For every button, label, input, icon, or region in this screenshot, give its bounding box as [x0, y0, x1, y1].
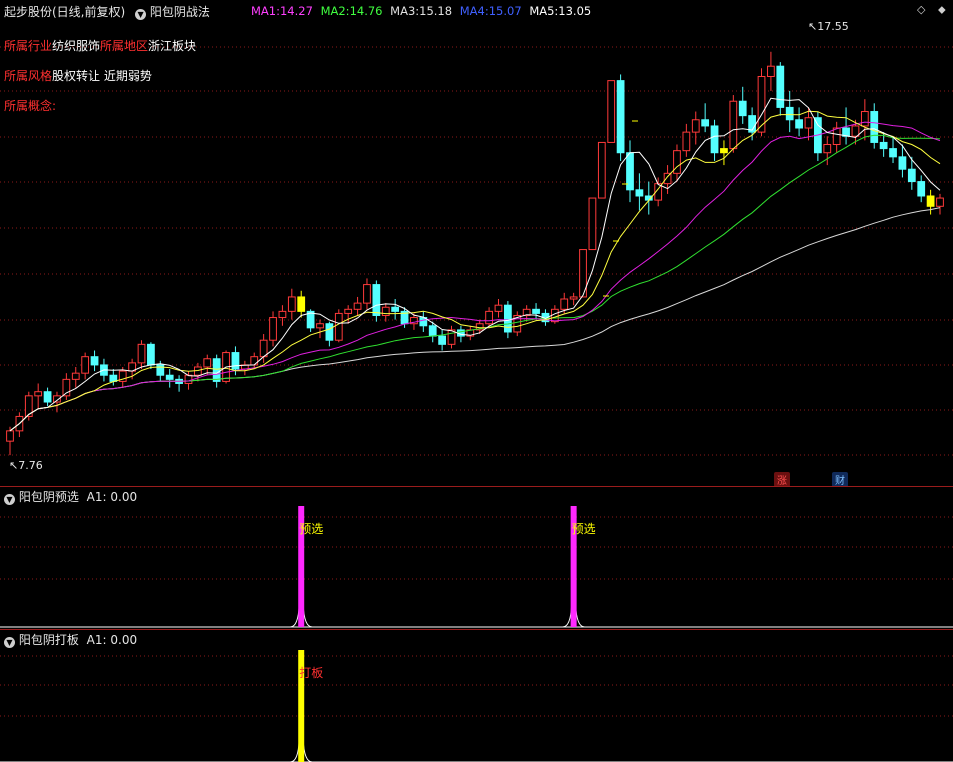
candle-body	[212, 358, 221, 382]
candle-body	[898, 156, 907, 170]
candle-body	[936, 197, 944, 207]
candle-body	[485, 310, 493, 325]
candle-body	[682, 131, 691, 152]
candle-body	[588, 197, 597, 251]
candle-body	[287, 296, 296, 312]
candle-body	[889, 148, 897, 158]
high-price-label: ↖17.55	[808, 20, 849, 33]
candle-body	[720, 148, 728, 154]
candle-body	[795, 119, 803, 129]
candle-body	[560, 298, 569, 310]
candle-body	[701, 119, 710, 127]
candle-body	[147, 343, 155, 366]
candle-body	[137, 343, 146, 364]
candle-body	[344, 308, 353, 314]
candle-body	[372, 284, 381, 316]
candle-body	[203, 358, 212, 368]
candle-body	[250, 356, 259, 366]
candle-body	[851, 125, 860, 137]
candle-body	[325, 323, 334, 341]
ma-30-line	[9, 134, 941, 432]
ma-10-line	[9, 110, 941, 432]
candle-body	[785, 106, 794, 121]
candle-body	[269, 317, 277, 341]
candle-body	[860, 111, 869, 127]
low-price-label: ↖7.76	[9, 459, 43, 472]
candle-body	[767, 65, 775, 78]
preselect-indicator-panel[interactable]: 预选 预选	[0, 487, 953, 629]
candle-body	[428, 325, 437, 337]
candle-body	[71, 372, 80, 380]
ma-20-line	[9, 121, 941, 432]
high-arrow-icon: ↖	[808, 20, 818, 33]
candle-body	[635, 189, 644, 197]
preselect-signal-label: 预选	[572, 522, 596, 536]
candle-body	[569, 296, 578, 300]
candle-body	[165, 374, 174, 380]
candle-body	[494, 304, 503, 312]
candle-body	[184, 374, 193, 384]
candle-body	[438, 335, 447, 345]
candle-body	[503, 304, 512, 333]
candle-body	[729, 100, 738, 150]
candle-body	[776, 65, 785, 108]
candle-body	[597, 141, 606, 199]
candle-body	[532, 308, 540, 314]
candlestick-chart[interactable]	[0, 0, 953, 487]
candle-body	[710, 125, 719, 154]
candle-body	[616, 80, 625, 154]
candle-body	[43, 391, 52, 403]
candle-body	[6, 430, 14, 442]
rise-marker[interactable]: 涨	[774, 472, 790, 487]
candle-body	[804, 117, 813, 129]
ma-5-line	[9, 97, 941, 432]
candle-body	[156, 364, 165, 376]
candle-body	[334, 312, 343, 341]
candle-body	[316, 323, 324, 329]
candle-body	[34, 391, 43, 397]
candle-body	[297, 296, 306, 312]
daban-signal-label: 打板	[299, 666, 323, 680]
preselect-signal-label: 预选	[299, 522, 323, 536]
candle-body	[917, 181, 926, 197]
candle-body	[353, 302, 362, 310]
candle-body	[381, 306, 390, 316]
low-arrow-icon: ↖	[9, 459, 19, 472]
candle-body	[391, 306, 400, 312]
finance-marker[interactable]: 财	[832, 472, 848, 487]
candle-body	[823, 143, 832, 154]
candle-body	[879, 141, 888, 150]
daban-indicator-panel[interactable]: 打板	[0, 630, 953, 762]
candle-body	[832, 127, 841, 145]
candle-body	[738, 100, 747, 117]
candle-body	[870, 111, 879, 143]
candle-body	[663, 172, 672, 185]
candle-body	[363, 284, 371, 304]
candle-body	[259, 339, 268, 358]
candle-body	[278, 310, 287, 319]
candle-body	[926, 195, 935, 207]
candle-body	[90, 356, 99, 366]
candle-body	[691, 119, 700, 133]
candle-body	[907, 168, 916, 183]
candle-body	[607, 80, 616, 143]
candle-body	[81, 356, 90, 374]
ma-long-line	[9, 207, 941, 432]
